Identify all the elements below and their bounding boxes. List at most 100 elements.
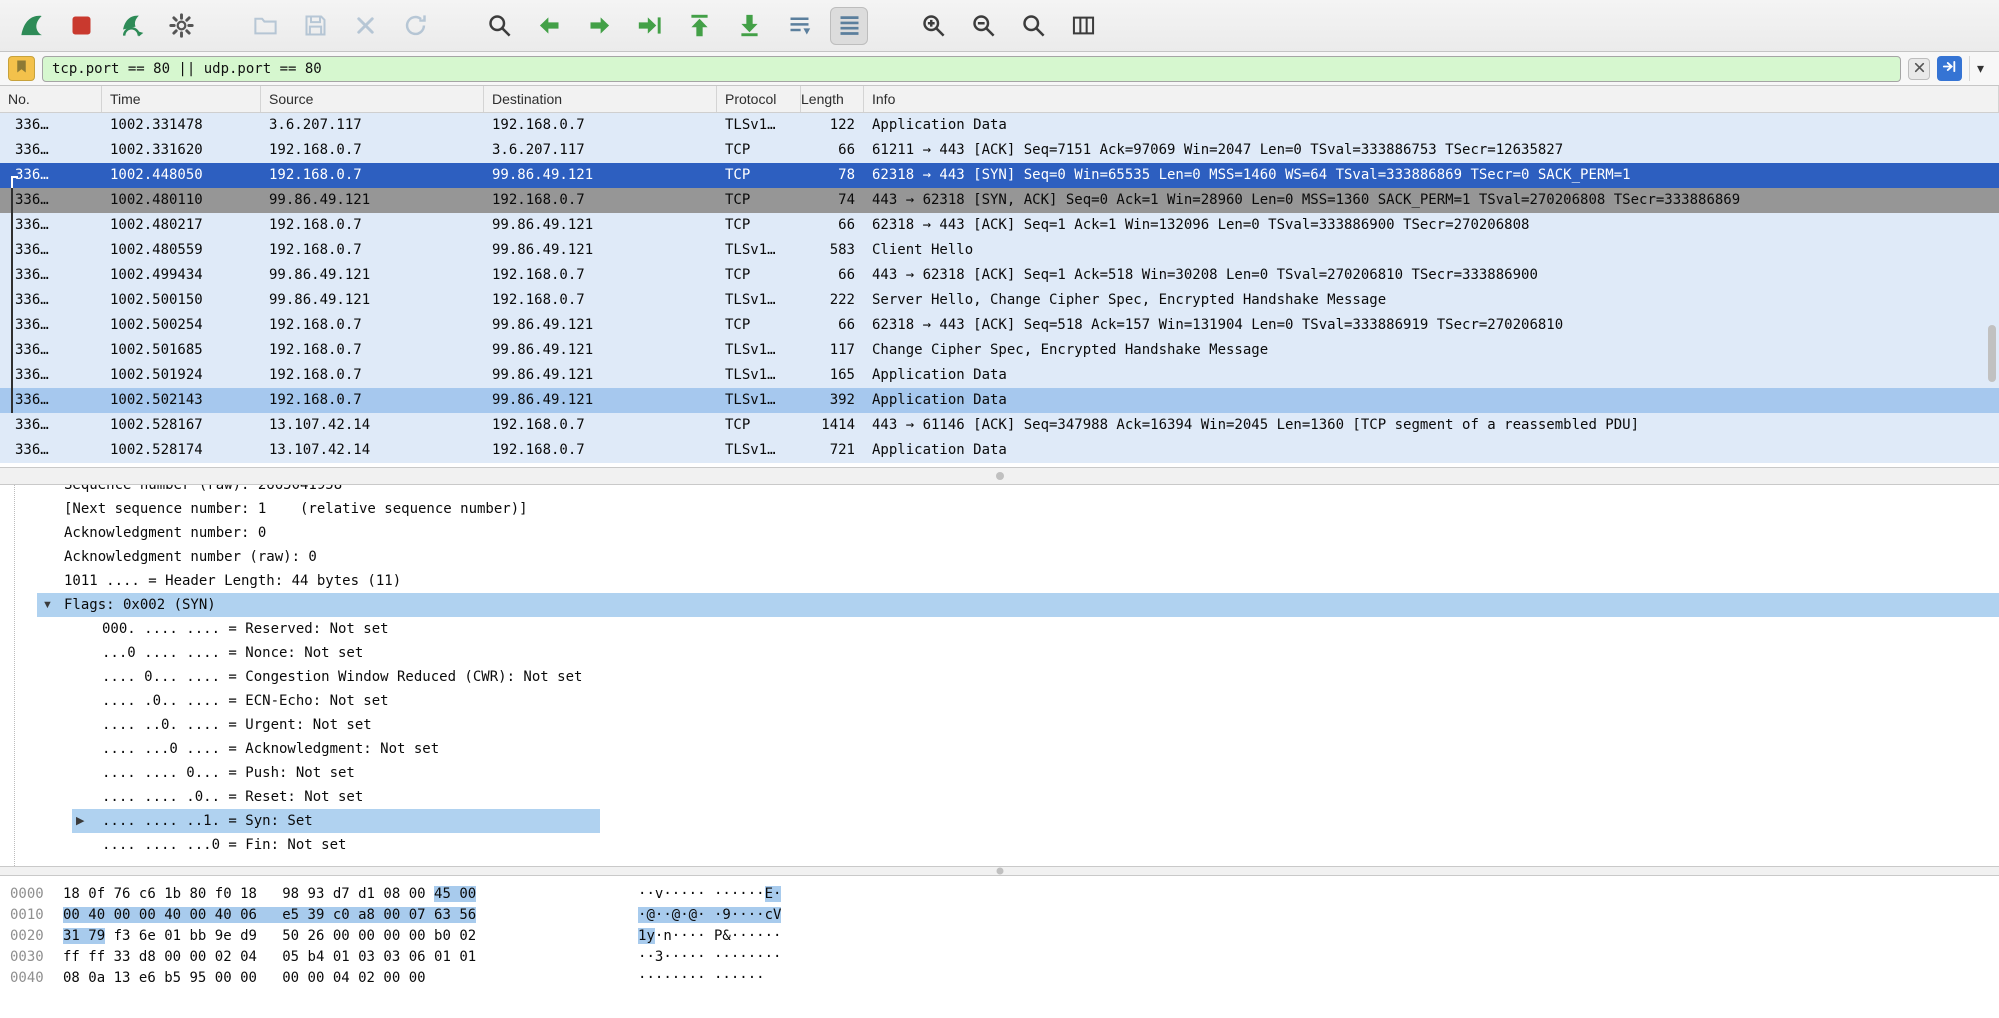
packet-row[interactable]: 336…1002.52816713.107.42.14192.168.0.7TC…: [0, 413, 1999, 438]
toolbar-separator: [446, 25, 468, 26]
packet-row[interactable]: 336…1002.52817413.107.42.14192.168.0.7TL…: [0, 438, 1999, 463]
detail-line[interactable]: ▶.... .... ..1. = Syn: Set: [0, 809, 1999, 833]
detail-line[interactable]: 1011 .... = Header Length: 44 bytes (11): [0, 569, 1999, 593]
detail-line[interactable]: ...0 .... .... = Nonce: Not set: [0, 641, 1999, 665]
hex-row[interactable]: 004008 0a 13 e6 b5 95 00 00 00 00 04 02 …: [0, 968, 1999, 989]
chevron-down-icon: ▾: [1977, 60, 1984, 77]
cell-time: 1002.480217: [102, 213, 261, 238]
detail-text: Flags: 0x002 (SYN): [64, 593, 216, 617]
cell-source: 192.168.0.7: [261, 363, 484, 388]
cell-no: 336…: [0, 288, 102, 313]
hex-row[interactable]: 000018 0f 76 c6 1b 80 f0 18 98 93 d7 d1 …: [0, 884, 1999, 905]
packet-list-header: No.TimeSourceDestinationProtocolLengthIn…: [0, 86, 1999, 113]
column-header-info[interactable]: Info: [864, 86, 1999, 112]
go-forward-button[interactable]: [580, 7, 618, 45]
cell-no: 336…: [0, 338, 102, 363]
filter-dropdown-button[interactable]: ▾: [1969, 56, 1991, 81]
detail-line[interactable]: .... .... ...0 = Fin: Not set: [0, 833, 1999, 857]
triangle-right-icon[interactable]: ▶: [76, 809, 84, 833]
column-header-source[interactable]: Source: [261, 86, 484, 112]
detail-line[interactable]: .... ...0 .... = Acknowledgment: Not set: [0, 737, 1999, 761]
pane-splitter-bottom[interactable]: [0, 866, 1999, 876]
packet-row[interactable]: 336…1002.502143192.168.0.799.86.49.121TL…: [0, 388, 1999, 413]
cell-info: Client Hello: [864, 238, 1999, 263]
cell-time: 1002.502143: [102, 388, 261, 413]
restart-capture-button[interactable]: [112, 7, 150, 45]
zoom-out-button[interactable]: [964, 7, 1002, 45]
cell-length: 222: [801, 288, 864, 313]
zoom-in-button[interactable]: [914, 7, 952, 45]
go-to-packet-button[interactable]: [630, 7, 668, 45]
packet-row[interactable]: 336…1002.331620192.168.0.73.6.207.117TCP…: [0, 138, 1999, 163]
cell-protocol: TCP: [717, 138, 801, 163]
vertical-scrollbar-thumb[interactable]: [1988, 325, 1996, 382]
packet-bytes-pane: 000018 0f 76 c6 1b 80 f0 18 98 93 d7 d1 …: [0, 876, 1999, 1018]
packet-row[interactable]: 336…1002.448050192.168.0.799.86.49.121TC…: [0, 163, 1999, 188]
go-to-bottom-button[interactable]: [730, 7, 768, 45]
detail-line[interactable]: .... .0.. .... = ECN-Echo: Not set: [0, 689, 1999, 713]
go-back-button[interactable]: [530, 7, 568, 45]
packet-row[interactable]: 336…1002.501685192.168.0.799.86.49.121TL…: [0, 338, 1999, 363]
pane-splitter-top[interactable]: [0, 467, 1999, 485]
resize-columns-button[interactable]: [1064, 7, 1102, 45]
hex-offset: 0000: [0, 884, 63, 905]
cell-source: 3.6.207.117: [261, 113, 484, 138]
cell-destination: 99.86.49.121: [484, 388, 717, 413]
detail-line[interactable]: .... .... .0.. = Reset: Not set: [0, 785, 1999, 809]
detail-line[interactable]: .... .... 0... = Push: Not set: [0, 761, 1999, 785]
start-capture-button[interactable]: [12, 7, 50, 45]
packet-row[interactable]: 336…1002.49943499.86.49.121192.168.0.7TC…: [0, 263, 1999, 288]
cell-source: 99.86.49.121: [261, 188, 484, 213]
go-to-top-button[interactable]: [680, 7, 718, 45]
detail-line[interactable]: .... ..0. .... = Urgent: Not set: [0, 713, 1999, 737]
column-header-time[interactable]: Time: [102, 86, 261, 112]
cell-source: 13.107.42.14: [261, 438, 484, 463]
cell-source: 99.86.49.121: [261, 288, 484, 313]
detail-line[interactable]: ▼ Flags: 0x002 (SYN): [0, 593, 1999, 617]
cell-length: 122: [801, 113, 864, 138]
packet-row[interactable]: 336…1002.50015099.86.49.121192.168.0.7TL…: [0, 288, 1999, 313]
cell-length: 78: [801, 163, 864, 188]
column-header-no[interactable]: No.: [0, 86, 102, 112]
display-filter-input[interactable]: [42, 56, 1901, 82]
hex-bytes: ff ff 33 d8 00 00 02 04 05 b4 01 03 03 0…: [63, 947, 638, 968]
stop-capture-icon: [68, 12, 95, 39]
filter-clear-button[interactable]: [1908, 58, 1930, 80]
hex-offset: 0020: [0, 926, 63, 947]
detail-line[interactable]: Sequence number (raw): 2665041958: [0, 485, 1999, 497]
splitter-handle-icon: [996, 472, 1004, 480]
packet-row[interactable]: 336…1002.480559192.168.0.799.86.49.121TL…: [0, 238, 1999, 263]
detail-line[interactable]: [Next sequence number: 1 (relative seque…: [0, 497, 1999, 521]
auto-scroll-button[interactable]: [780, 7, 818, 45]
hex-row[interactable]: 0030ff ff 33 d8 00 00 02 04 05 b4 01 03 …: [0, 947, 1999, 968]
capture-options-button[interactable]: [162, 7, 200, 45]
detail-line[interactable]: 000. .... .... = Reserved: Not set: [0, 617, 1999, 641]
zoom-reset-button[interactable]: [1014, 7, 1052, 45]
colorize-button[interactable]: [830, 7, 868, 45]
cell-no: 336…: [0, 213, 102, 238]
packet-row[interactable]: 336…1002.480217192.168.0.799.86.49.121TC…: [0, 213, 1999, 238]
detail-line[interactable]: Acknowledgment number: 0: [0, 521, 1999, 545]
detail-line[interactable]: .... 0... .... = Congestion Window Reduc…: [0, 665, 1999, 689]
column-header-protocol[interactable]: Protocol: [717, 86, 801, 112]
column-header-length[interactable]: Length: [801, 86, 864, 112]
column-header-destination[interactable]: Destination: [484, 86, 717, 112]
cell-source: 192.168.0.7: [261, 213, 484, 238]
hex-row[interactable]: 001000 40 00 00 40 00 40 06 e5 39 c0 a8 …: [0, 905, 1999, 926]
filter-bookmark-button[interactable]: [8, 56, 35, 81]
find-packet-button[interactable]: [480, 7, 518, 45]
hex-row[interactable]: 002031 79 f3 6e 01 bb 9e d9 50 26 00 00 …: [0, 926, 1999, 947]
stop-capture-button[interactable]: [62, 7, 100, 45]
packet-row[interactable]: 336…1002.500254192.168.0.799.86.49.121TC…: [0, 313, 1999, 338]
packet-row[interactable]: 336…1002.501924192.168.0.799.86.49.121TL…: [0, 363, 1999, 388]
cell-info: Application Data: [864, 388, 1999, 413]
triangle-down-icon[interactable]: ▼: [42, 593, 53, 617]
cell-protocol: TCP: [717, 263, 801, 288]
cell-destination: 192.168.0.7: [484, 438, 717, 463]
filter-apply-button[interactable]: [1937, 56, 1962, 81]
cell-destination: 99.86.49.121: [484, 338, 717, 363]
packet-row[interactable]: 336…1002.48011099.86.49.121192.168.0.7TC…: [0, 188, 1999, 213]
detail-line[interactable]: Acknowledgment number (raw): 0: [0, 545, 1999, 569]
cell-info: 443 → 62318 [SYN, ACK] Seq=0 Ack=1 Win=2…: [864, 188, 1999, 213]
packet-row[interactable]: 336…1002.3314783.6.207.117192.168.0.7TLS…: [0, 113, 1999, 138]
